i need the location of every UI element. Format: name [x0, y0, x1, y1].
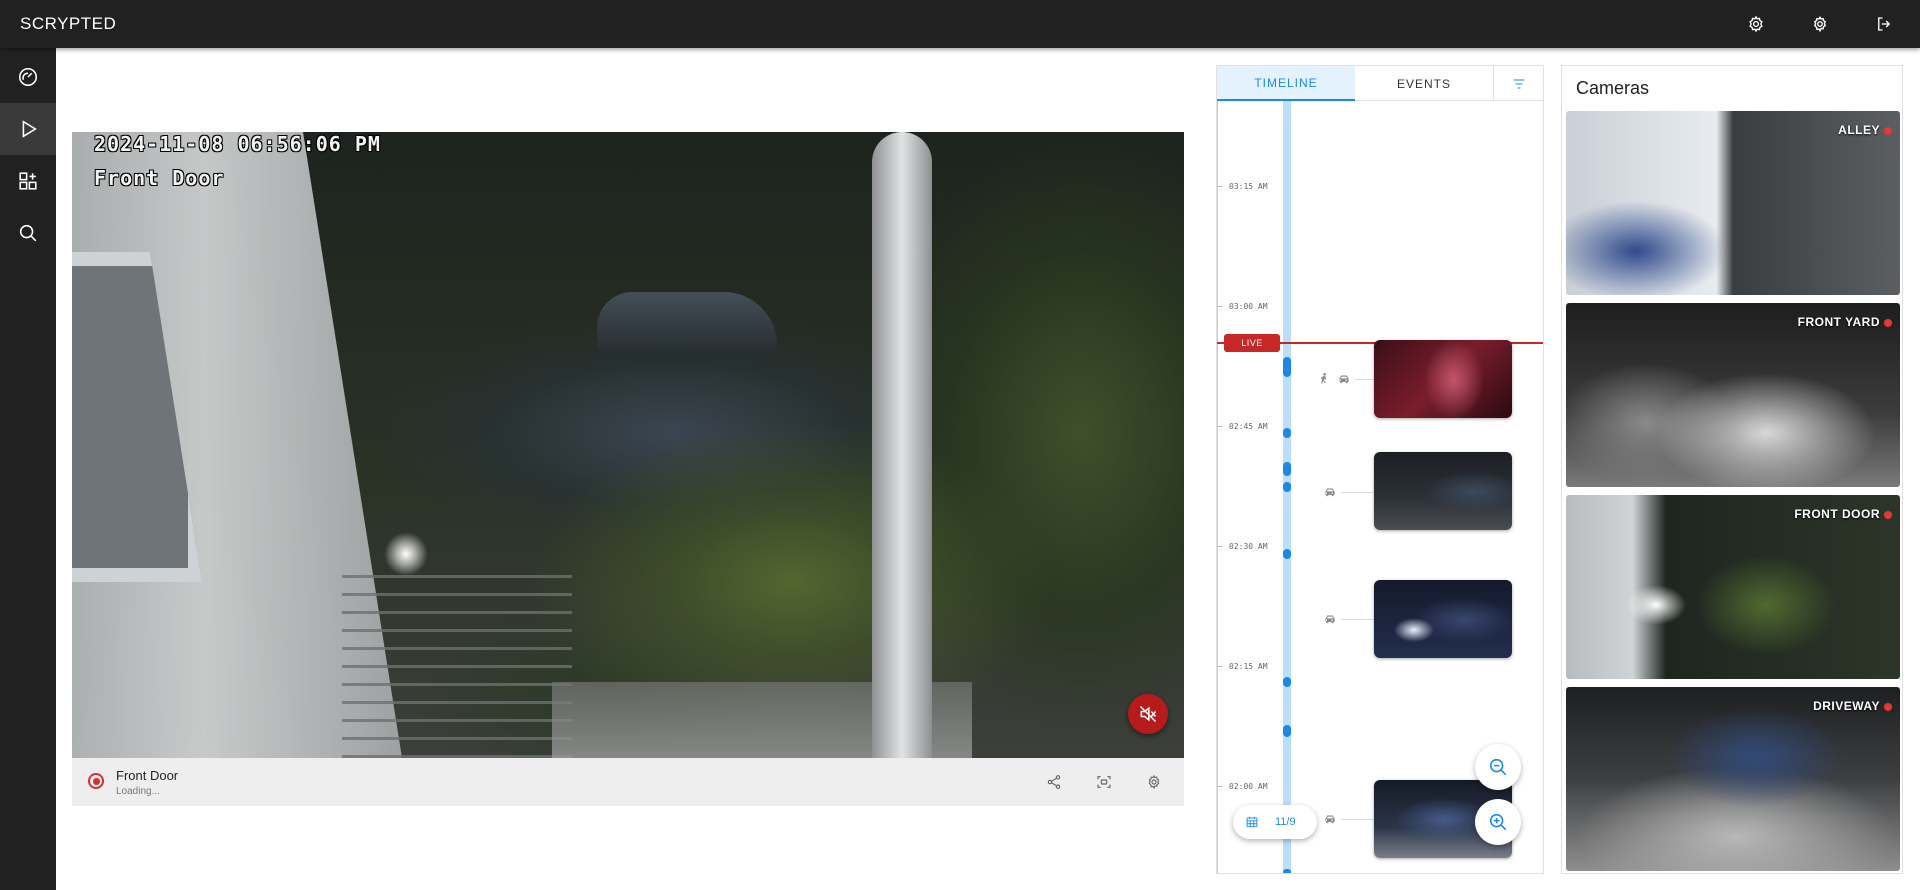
search-icon [19, 224, 37, 242]
top-app-bar: SCRYPTED [0, 0, 1920, 48]
car-icon [1323, 485, 1337, 499]
timeline-panel: TIMELINE EVENTS 03:15 AM 03:00 AM 02:45 … [1216, 65, 1544, 874]
camera-video-player[interactable]: 2024-11-08 06:56:06 PM Front Door [72, 132, 1184, 758]
share-button[interactable] [1044, 772, 1064, 792]
recording-segment[interactable] [1283, 428, 1291, 438]
video-osd-camera: Front Door [94, 166, 225, 190]
rail-item-search[interactable] [0, 207, 56, 259]
camera-card-front-yard[interactable]: FRONT YARD [1566, 303, 1900, 487]
ruler-label: 02:30 AM [1229, 542, 1268, 551]
volume-off-icon [1139, 705, 1157, 723]
apps-add-icon [19, 172, 37, 190]
rail-item-video[interactable] [0, 103, 56, 155]
person-icon [1317, 372, 1331, 386]
video-scene-light [384, 532, 428, 576]
ruler-label: 02:00 AM [1229, 782, 1268, 791]
ruler-label: 02:45 AM [1229, 422, 1268, 431]
recording-segment[interactable] [1283, 482, 1291, 492]
zoom-out-button[interactable] [1475, 744, 1521, 790]
camera-name: Front Door [116, 768, 179, 783]
cameras-title: Cameras [1576, 78, 1650, 98]
event-connector [1355, 379, 1374, 380]
recording-segment[interactable] [1283, 462, 1291, 476]
recording-segment[interactable] [1283, 725, 1291, 737]
recording-icon [1884, 319, 1892, 327]
recording-icon [1884, 703, 1892, 711]
logout-icon[interactable] [1872, 12, 1896, 36]
event-connector [1341, 819, 1374, 820]
car-icon [1337, 372, 1351, 386]
ruler-tick [1217, 426, 1223, 427]
live-badge[interactable]: LIVE [1224, 334, 1280, 352]
tab-timeline[interactable]: TIMELINE [1217, 66, 1355, 101]
rail-item-dashboard[interactable] [0, 51, 56, 103]
tab-events[interactable]: EVENTS [1355, 66, 1493, 101]
filter-icon [1513, 78, 1524, 89]
zoom-out-icon [1489, 758, 1507, 776]
car-icon [1323, 612, 1337, 626]
date-label: 11/9 [1275, 816, 1296, 828]
recording-segment[interactable] [1283, 869, 1291, 873]
zoom-in-button[interactable] [1475, 799, 1521, 845]
recording-segment[interactable] [1283, 677, 1291, 687]
gauge-icon [18, 67, 38, 87]
recording-segment[interactable] [1283, 549, 1291, 559]
calendar-icon [1246, 816, 1258, 828]
video-footer: Front Door Loading... [72, 758, 1184, 806]
time-ruler [1217, 101, 1218, 873]
ruler-tick [1217, 306, 1223, 307]
gear-icon [1148, 774, 1160, 790]
event-thumbnail[interactable] [1374, 452, 1512, 530]
event-connector [1341, 619, 1374, 620]
ruler-tick [1217, 546, 1223, 547]
recording-icon [88, 773, 104, 789]
event-thumbnail[interactable] [1374, 340, 1512, 418]
camera-card-label: DRIVEWAY [1813, 699, 1880, 713]
camera-card-driveway[interactable]: DRIVEWAY [1566, 687, 1900, 871]
filter-button[interactable] [1493, 66, 1543, 101]
nav-rail [0, 48, 56, 890]
gear-icon[interactable] [1744, 12, 1768, 36]
snapshot-icon [1097, 776, 1111, 788]
timeline-scroll[interactable]: 03:15 AM 03:00 AM 02:45 AM 02:30 AM 02:1… [1217, 101, 1543, 873]
camera-card-label: ALLEY [1838, 123, 1880, 137]
camera-card-alley[interactable]: ALLEY [1566, 111, 1900, 295]
video-scene-post [872, 132, 932, 758]
settings-icon[interactable] [1808, 12, 1832, 36]
event-connector [1341, 492, 1374, 493]
car-icon [1323, 812, 1337, 826]
video-osd-timestamp: 2024-11-08 06:56:06 PM [94, 132, 381, 156]
ruler-tick [1217, 666, 1223, 667]
cameras-panel: Cameras ALLEY FRONT YARD FRONT DOOR DRIV… [1561, 65, 1903, 874]
camera-card-label: FRONT YARD [1797, 315, 1880, 329]
camera-card-front-door[interactable]: FRONT DOOR [1566, 495, 1900, 679]
share-icon [1047, 775, 1061, 789]
video-scene-railing [342, 572, 572, 758]
zoom-in-icon [1489, 813, 1507, 831]
recording-segment[interactable] [1283, 357, 1291, 377]
rail-item-plugins[interactable] [0, 155, 56, 207]
video-scene-car [597, 292, 777, 354]
timeline-tabs: TIMELINE EVENTS [1217, 66, 1543, 101]
ruler-tick [1217, 186, 1223, 187]
recording-icon [1884, 511, 1892, 519]
camera-status: Loading... [116, 786, 160, 797]
unmute-button[interactable] [1128, 694, 1168, 734]
brand-title: SCRYPTED [20, 14, 117, 33]
camera-settings-button[interactable] [1144, 772, 1164, 792]
event-thumbnail[interactable] [1374, 580, 1512, 658]
ruler-label: 03:15 AM [1229, 182, 1268, 191]
camera-card-label: FRONT DOOR [1794, 507, 1880, 521]
ruler-label: 02:15 AM [1229, 662, 1268, 671]
ruler-tick [1217, 786, 1223, 787]
date-picker-button[interactable]: 11/9 [1233, 805, 1317, 839]
ruler-label: 03:00 AM [1229, 302, 1268, 311]
play-icon [22, 120, 37, 138]
snapshot-button[interactable] [1094, 772, 1114, 792]
recording-icon [1884, 127, 1892, 135]
